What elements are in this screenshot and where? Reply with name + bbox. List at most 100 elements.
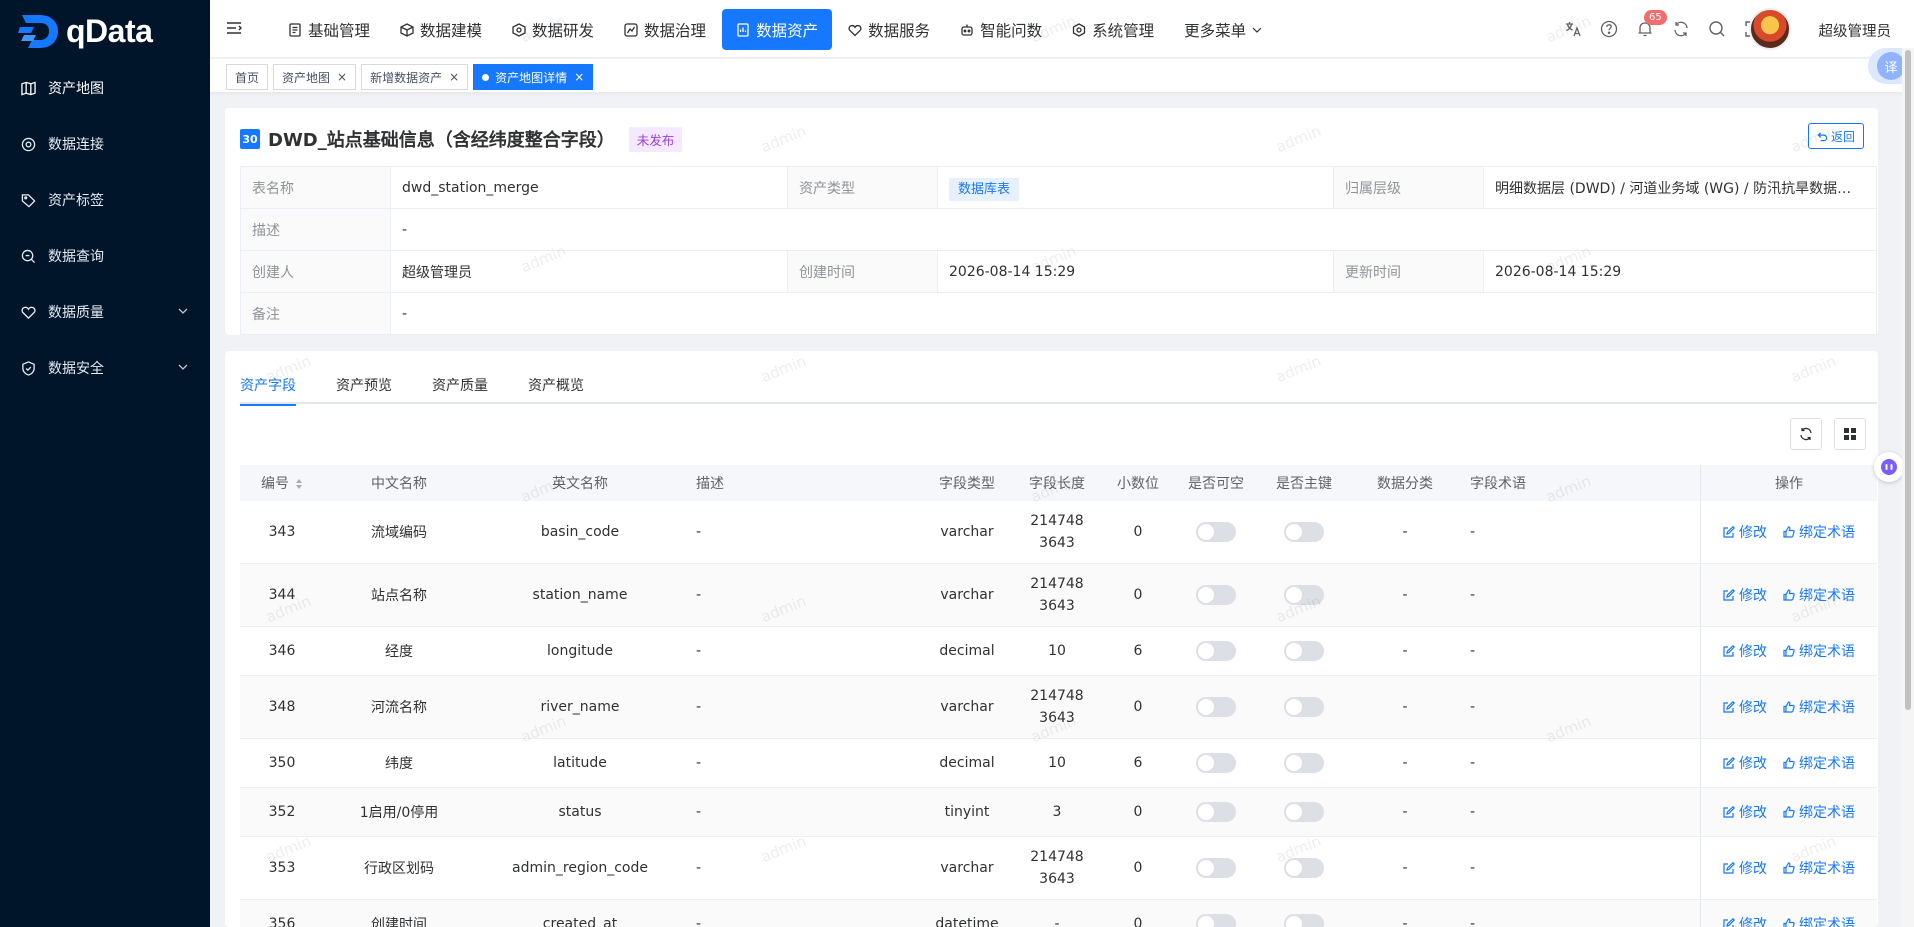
asset-title: DWD_站点基础信息（含经纬度整合字段） (268, 130, 615, 151)
primary-key-switch[interactable] (1284, 697, 1324, 717)
page-scrollbar[interactable] (1902, 48, 1914, 927)
cell-desc: - (696, 699, 702, 715)
column-settings-button[interactable] (1834, 418, 1866, 450)
cell-cn-name: 1启用/0停用 (359, 805, 439, 821)
tab-asset-preview[interactable]: 资产预览 (336, 366, 412, 404)
bind-term-button[interactable]: 绑定术语 (1783, 697, 1855, 717)
topnav-label: 系统管理 (1092, 21, 1155, 40)
cell-length: 214748 3643 (1012, 573, 1102, 617)
topnav-data-governance[interactable]: 数据治理 (610, 9, 720, 50)
sort-icon[interactable] (295, 478, 303, 490)
close-icon[interactable]: × (337, 70, 347, 84)
sidebar-item-asset-tags[interactable]: 资产标签 (0, 172, 210, 228)
tab-asset-fields[interactable]: 资产字段 (240, 366, 316, 406)
primary-key-switch[interactable] (1284, 858, 1324, 878)
tab-asset-overview[interactable]: 资产概览 (528, 366, 604, 404)
menu-toggle-icon[interactable] (226, 20, 242, 36)
created-time-value: 2026-08-14 15:29 (937, 250, 1334, 293)
bind-term-button[interactable]: 绑定术语 (1783, 914, 1855, 927)
bind-term-button[interactable]: 绑定术语 (1783, 522, 1855, 542)
governance-icon (624, 22, 638, 37)
username[interactable]: 超级管理员 (1819, 20, 1892, 41)
sidebar-item-data-query[interactable]: 数据查询 (0, 228, 210, 284)
search-icon[interactable] (1706, 18, 1728, 40)
header-tools: 65 (1562, 10, 1764, 40)
nullable-switch[interactable] (1196, 858, 1236, 878)
topnav-more-menu[interactable]: 更多菜单 (1170, 9, 1276, 50)
close-icon[interactable]: × (574, 70, 584, 84)
tag-label: 资产地图详情 (495, 70, 568, 85)
topnav-system-management[interactable]: 系统管理 (1058, 9, 1168, 50)
sidebar-item-asset-map[interactable]: 资产地图 (0, 60, 210, 116)
bind-term-button[interactable]: 绑定术语 (1783, 641, 1855, 661)
nullable-switch[interactable] (1196, 697, 1236, 717)
notification-bell-icon[interactable]: 65 (1634, 10, 1667, 40)
nullable-switch[interactable] (1196, 522, 1236, 542)
topnav-data-service[interactable]: 数据服务 (834, 9, 944, 50)
asset-title-row: 30 DWD_站点基础信息（含经纬度整合字段） 未发布 (240, 126, 683, 152)
topnav-basic-management[interactable]: 基础管理 (274, 9, 384, 50)
edit-button[interactable]: 修改 (1723, 858, 1767, 878)
edit-button[interactable]: 修改 (1723, 585, 1767, 605)
sidebar-item-data-connection[interactable]: 数据连接 (0, 116, 210, 172)
edit-button[interactable]: 修改 (1723, 753, 1767, 773)
col-id-header[interactable]: 编号 (240, 473, 324, 493)
cell-cn-name: 创建时间 (371, 917, 427, 927)
close-icon[interactable]: × (449, 70, 459, 84)
edit-button[interactable]: 修改 (1723, 914, 1767, 927)
nullable-switch[interactable] (1196, 753, 1236, 773)
nullable-switch[interactable] (1196, 585, 1236, 605)
primary-key-switch[interactable] (1284, 641, 1324, 661)
nullable-switch[interactable] (1196, 802, 1236, 822)
cell-desc: - (696, 643, 702, 659)
topnav-data-modeling[interactable]: 数据建模 (386, 9, 496, 50)
sidebar-item-label: 数据质量 (48, 305, 104, 321)
tag-home[interactable]: 首页 (226, 64, 269, 90)
bind-term-button[interactable]: 绑定术语 (1783, 585, 1855, 605)
asset-detail-card: 30 DWD_站点基础信息（含经纬度整合字段） 未发布 返回 表名称 dwd_s… (225, 108, 1878, 335)
edit-button[interactable]: 修改 (1723, 697, 1767, 717)
help-icon[interactable] (1598, 18, 1620, 40)
primary-key-switch[interactable] (1284, 802, 1324, 822)
nullable-switch[interactable] (1196, 641, 1236, 661)
refresh-icon[interactable] (1670, 18, 1692, 40)
primary-key-switch[interactable] (1284, 753, 1324, 773)
topnav-data-development[interactable]: 数据研发 (498, 9, 608, 50)
cell-length: 10 (1012, 640, 1102, 662)
scrollbar-thumb[interactable] (1905, 50, 1911, 710)
tag-asset-map[interactable]: 资产地图 × (273, 64, 357, 90)
edit-button[interactable]: 修改 (1723, 522, 1767, 542)
thumb-icon (1783, 589, 1795, 601)
tag-asset-map-detail[interactable]: 资产地图详情 × (473, 64, 594, 90)
primary-key-switch[interactable] (1284, 585, 1324, 605)
refresh-table-button[interactable] (1790, 418, 1822, 450)
sidebar-item-data-security[interactable]: 数据安全 (0, 340, 210, 396)
tab-asset-quality[interactable]: 资产质量 (432, 366, 508, 404)
assistant-icon (1881, 459, 1897, 475)
bind-term-button[interactable]: 绑定术语 (1783, 858, 1855, 878)
cell-actions: 修改 绑定术语 (1700, 837, 1877, 899)
app-logo[interactable]: qData (18, 10, 153, 52)
primary-key-switch[interactable] (1284, 914, 1324, 927)
back-button[interactable]: 返回 (1807, 123, 1864, 149)
topnav-smart-query[interactable]: 智能问数 (946, 9, 1056, 50)
primary-key-switch[interactable] (1284, 522, 1324, 542)
edit-button[interactable]: 修改 (1723, 802, 1767, 822)
cell-actions: 修改 绑定术语 (1700, 900, 1877, 927)
nullable-switch[interactable] (1196, 914, 1236, 927)
edit-icon (1723, 757, 1735, 769)
topnav-data-assets[interactable]: 数据资产 (722, 9, 833, 50)
edit-button[interactable]: 修改 (1723, 641, 1767, 661)
topnav-label: 数据建模 (420, 21, 483, 40)
assistant-float-button[interactable] (1874, 452, 1904, 482)
bind-term-button[interactable]: 绑定术语 (1783, 753, 1855, 773)
col-decimal-header: 小数位 (1117, 476, 1159, 492)
cell-id: 353 (268, 860, 296, 876)
query-icon (20, 248, 36, 264)
sidebar-item-data-quality[interactable]: 数据质量 (0, 284, 210, 340)
tag-new-asset[interactable]: 新增数据资产 × (361, 64, 469, 90)
bind-term-button[interactable]: 绑定术语 (1783, 802, 1855, 822)
language-icon[interactable] (1562, 18, 1584, 40)
cell-cn-name: 站点名称 (371, 588, 427, 604)
avatar[interactable] (1749, 8, 1791, 50)
